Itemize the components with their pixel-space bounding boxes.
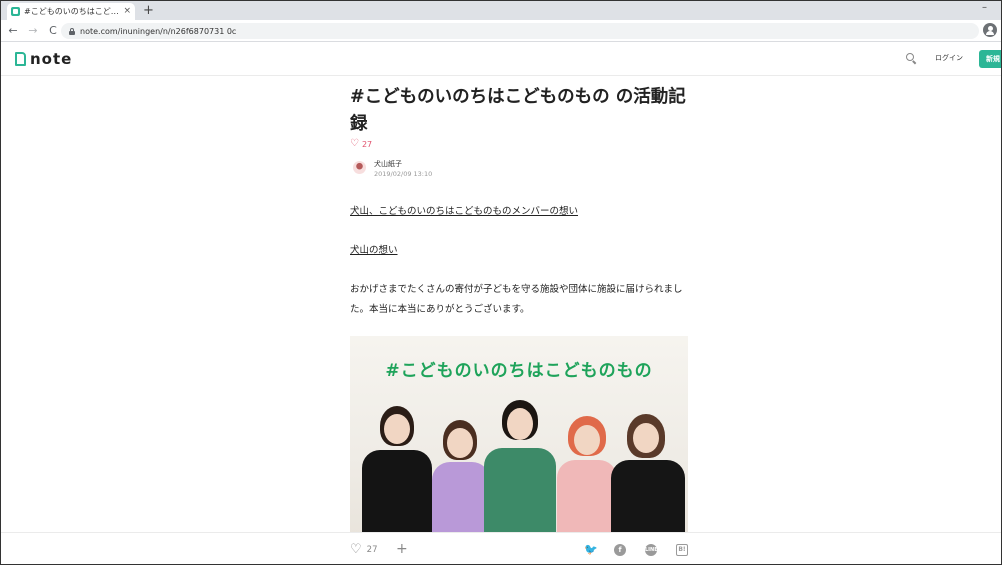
reload-button[interactable]: C: [45, 20, 61, 42]
favicon-icon: [11, 7, 20, 16]
avatar[interactable]: [353, 161, 366, 174]
post-date: 2019/02/09 13:10: [374, 170, 433, 178]
add-to-magazine-button[interactable]: +: [396, 541, 408, 557]
back-button[interactable]: ←: [5, 20, 21, 42]
members-thoughts-link[interactable]: 犬山、こどものいのちはこどものものメンバーの想い: [350, 203, 578, 217]
person-figure: [358, 406, 434, 536]
browser-toolbar: ← → C note.com/inuningen/n/n26f6870731 0…: [1, 20, 1001, 42]
article-paragraph: おかげさまでたくさんの寄付が子どもを守る施設や団体に施設に届けられました。本当に…: [350, 284, 683, 315]
hatena-icon[interactable]: B!: [676, 544, 688, 556]
new-tab-button[interactable]: +: [143, 2, 154, 19]
forward-button[interactable]: →: [25, 20, 41, 42]
minimize-button[interactable]: –: [982, 1, 987, 15]
image-caption: #こどものいのちはこどものもの: [385, 361, 653, 381]
tab-close-icon[interactable]: ×: [123, 7, 131, 16]
note-logo[interactable]: note: [15, 50, 72, 68]
person-figure: [480, 400, 560, 536]
login-link[interactable]: ログイン: [935, 53, 963, 63]
heart-icon: ♡: [350, 542, 362, 557]
action-bar: ♡ 27 + 🐦 f LINE B!: [1, 532, 1001, 564]
logo-mark-icon: [15, 52, 26, 66]
browser-tab[interactable]: #こどものいのちはこどものもの の活動 ×: [7, 3, 135, 20]
tab-title: #こどものいのちはこどものもの の活動: [24, 7, 123, 16]
url-text[interactable]: note.com/inuningen/n/n26f6870731 0c: [80, 27, 236, 36]
person-figure: [605, 414, 687, 536]
profile-icon[interactable]: [983, 23, 997, 37]
like-count: 27: [366, 544, 378, 555]
address-bar[interactable]: note.com/inuningen/n/n26f6870731 0c: [61, 23, 979, 39]
site-header: note ログイン 新規: [1, 42, 1001, 76]
author-name[interactable]: 犬山紙子: [374, 159, 432, 169]
tab-strip: #こどものいのちはこどものもの の活動 × + –: [1, 1, 1001, 20]
like-summary[interactable]: ♡ 27: [350, 139, 372, 149]
article-title: #こどものいのちはこどものもの の活動記録: [350, 87, 686, 134]
register-button[interactable]: 新規: [979, 50, 1001, 68]
line-icon[interactable]: LINE: [645, 544, 658, 556]
article-image: #こどものいのちはこどものもの: [350, 336, 688, 536]
like-count: 27: [361, 139, 373, 149]
twitter-icon[interactable]: 🐦: [584, 544, 598, 556]
search-icon[interactable]: [906, 53, 917, 65]
author-info[interactable]: 犬山紙子 2019/02/09 13:10: [350, 159, 432, 179]
facebook-icon[interactable]: f: [614, 544, 626, 556]
author-meta: 犬山紙子 2019/02/09 13:10: [374, 159, 432, 179]
heart-icon: ♡: [350, 138, 359, 149]
like-button[interactable]: ♡ 27: [350, 543, 377, 556]
lock-icon: [69, 27, 75, 35]
logo-text: note: [30, 50, 73, 68]
inuyama-thoughts-link[interactable]: 犬山の想い: [350, 242, 398, 256]
browser-window: #こどものいのちはこどものもの の活動 × + – ← → C note.com…: [0, 0, 1002, 565]
